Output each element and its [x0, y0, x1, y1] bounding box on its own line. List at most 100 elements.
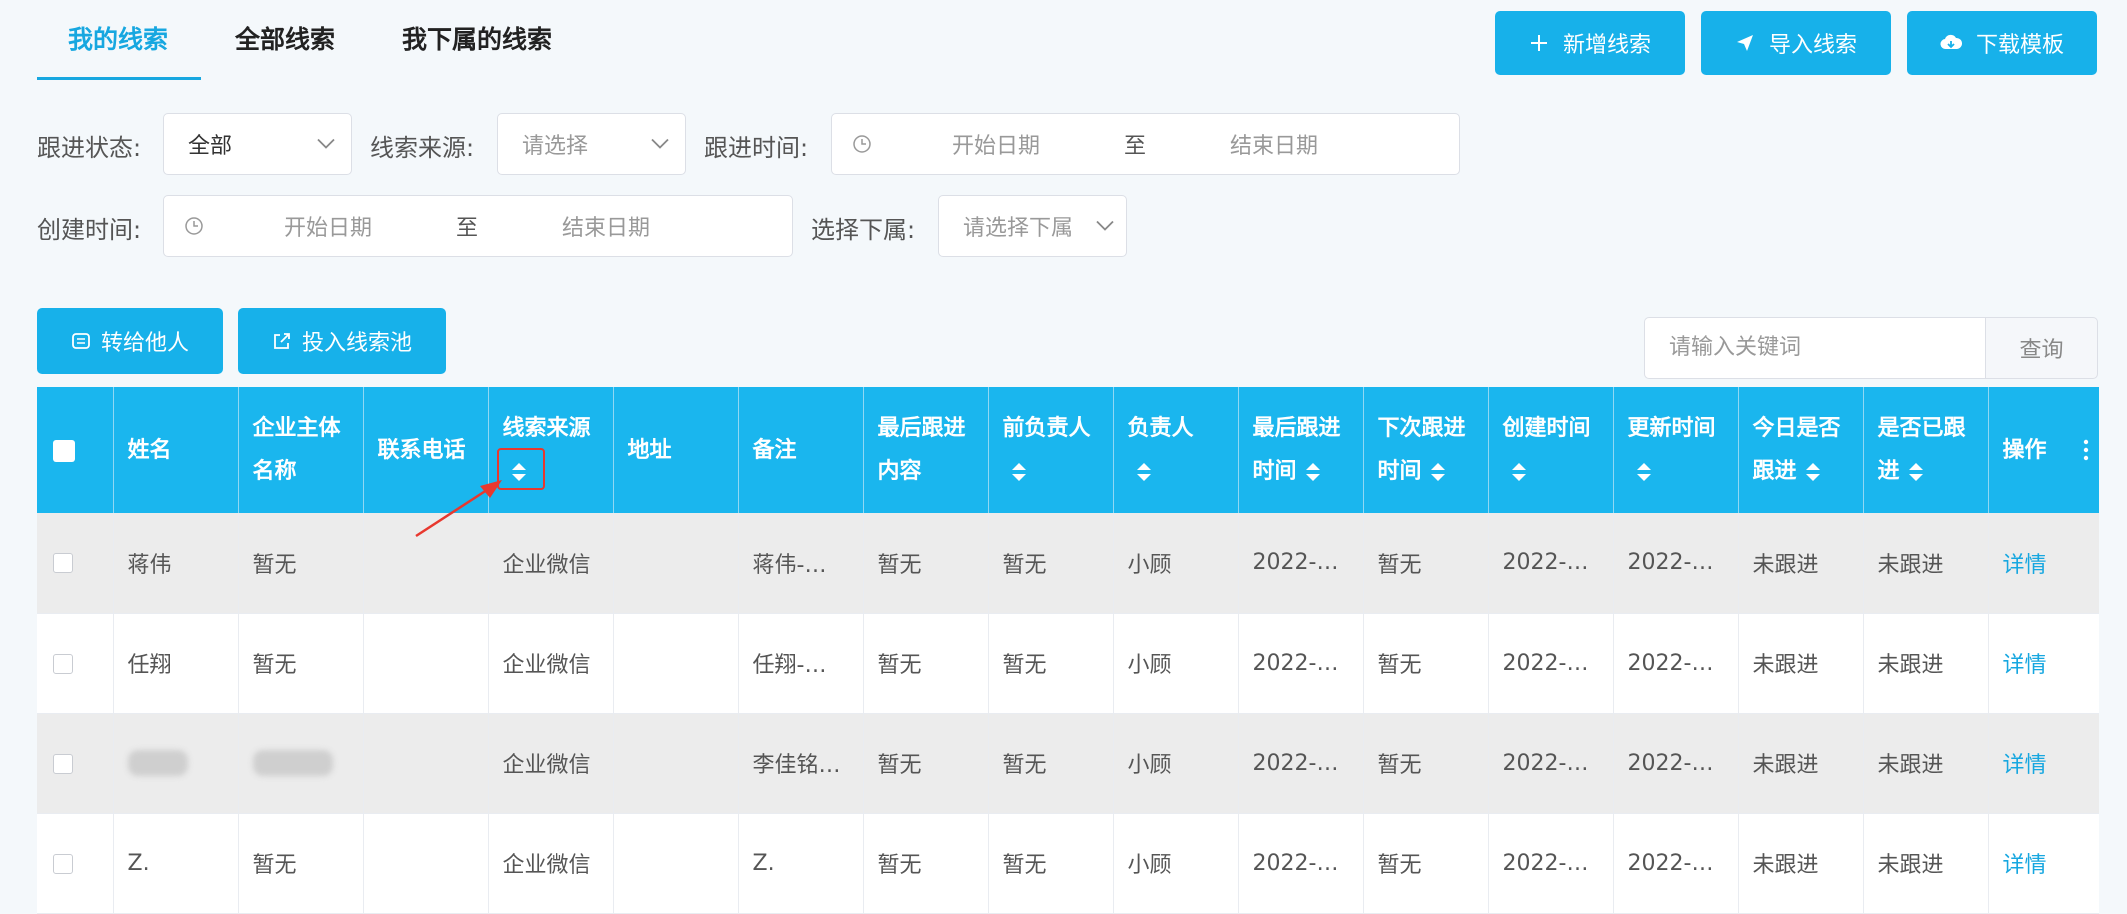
cell-address	[613, 513, 739, 614]
detail-link[interactable]: 详情	[2003, 653, 2047, 678]
kebab-menu-icon[interactable]	[2083, 439, 2089, 461]
column-header-text: 企业主体	[252, 416, 341, 441]
row-select-cell	[37, 613, 114, 714]
detail-link[interactable]: 详情	[2003, 853, 2047, 878]
column-header[interactable]: 负责人	[1113, 387, 1239, 513]
column-header[interactable]: 最后跟进 时间	[1238, 387, 1364, 513]
sort-icon[interactable]	[1908, 462, 1924, 482]
add-lead-label: 新增线索	[1562, 33, 1651, 58]
table-row[interactable]: 企业微信 李佳铭… 暂无 暂无 小顾 2022-0… 暂无 2022-0… 2022-0… 未跟进…	[37, 713, 2099, 814]
create-time-range-picker[interactable]: 开始日期 至 结束日期	[163, 195, 793, 257]
column-header-label: 备注	[753, 429, 849, 472]
column-header-text: 联系电话	[377, 437, 466, 463]
cell-next-time: 暂无	[1363, 813, 1489, 914]
transfer-button[interactable]: 转给他人	[37, 308, 223, 374]
tab-my-leads[interactable]: 我的线索	[68, 20, 168, 60]
cell-updated: 2022-0…	[1613, 713, 1739, 814]
column-header-text: 今日是否	[1752, 416, 1841, 441]
cell-source: 企业微信	[488, 713, 614, 814]
cell-prev-owner: 暂无	[988, 713, 1114, 814]
cell-created: 2022-0…	[1488, 713, 1614, 814]
cell-remark: Z.	[738, 813, 864, 914]
column-header-label: 操作	[2003, 429, 2086, 472]
follow-range-separator: 至	[1124, 134, 1147, 159]
create-start-date[interactable]: 开始日期	[284, 210, 372, 242]
cell-next-time: 暂无	[1363, 713, 1489, 814]
status-select[interactable]: 全部	[163, 113, 352, 175]
sort-icon[interactable]	[1430, 462, 1446, 482]
row-checkbox[interactable]	[53, 853, 73, 874]
follow-time-range-picker[interactable]: 开始日期 至 结束日期	[831, 113, 1460, 175]
column-header: 姓名	[113, 387, 239, 513]
column-header-text: 更新时间	[1627, 416, 1716, 441]
search-button[interactable]: 查询	[1985, 317, 2098, 379]
cell-op: 详情	[1988, 613, 2099, 714]
paper-plane-icon	[1736, 35, 1753, 51]
select-all-checkbox[interactable]	[53, 439, 75, 462]
chevron-down-icon	[651, 138, 669, 149]
table-body: 蒋伟 暂无 企业微信 蒋伟-… 暂无 暂无 小顾 2022-0… 暂无 2022-0… 2022-0…	[37, 513, 2099, 914]
table-row[interactable]: 任翔 暂无 企业微信 任翔-… 暂无 暂无 小顾 2022-0… 暂无 2022-0… 2022-0…	[37, 613, 2099, 714]
create-end-date[interactable]: 结束日期	[562, 210, 650, 242]
detail-link[interactable]: 详情	[2003, 553, 2047, 578]
annotation-arrow	[415, 480, 502, 538]
column-header-text: 时间	[1377, 459, 1422, 484]
status-filter-label: 跟进状态:	[37, 134, 142, 162]
column-header-label: 更新时间	[1628, 407, 1724, 493]
clock-icon	[853, 135, 871, 153]
column-header-text: 前负责人	[1002, 416, 1091, 441]
detail-link[interactable]: 详情	[2003, 753, 2047, 778]
column-header-label: 姓名	[128, 429, 224, 472]
tab-subordinate-leads[interactable]: 我下属的线索	[402, 20, 552, 60]
cell-last-time: 2022-0…	[1238, 513, 1364, 614]
column-header-label: 下次跟进 时间	[1378, 407, 1474, 493]
sort-icon[interactable]	[1011, 462, 1027, 482]
cell-updated: 2022-0…	[1613, 513, 1739, 614]
move-to-pool-button[interactable]: 投入线索池	[238, 308, 446, 374]
sort-icon[interactable]	[1136, 462, 1152, 482]
import-leads-label: 导入线索	[1768, 33, 1857, 58]
cell-today: 未跟进	[1738, 613, 1864, 714]
column-header-label: 联系电话	[378, 429, 474, 472]
row-checkbox[interactable]	[53, 753, 73, 774]
keyword-search-input[interactable]: 请输入关键词	[1644, 317, 1986, 379]
tab-all-leads[interactable]: 全部线索	[235, 20, 335, 60]
column-header[interactable]: 更新时间	[1613, 387, 1739, 513]
column-header[interactable]: 创建时间	[1488, 387, 1614, 513]
cell-next-time: 暂无	[1363, 613, 1489, 714]
cell-prev-owner: 暂无	[988, 813, 1114, 914]
cell-created: 2022-0…	[1488, 513, 1614, 614]
follow-end-date[interactable]: 结束日期	[1230, 128, 1318, 160]
source-select[interactable]: 请选择	[497, 113, 686, 175]
import-leads-button[interactable]: 导入线索	[1701, 11, 1891, 75]
table-row[interactable]: 蒋伟 暂无 企业微信 蒋伟-… 暂无 暂无 小顾 2022-0… 暂无 2022-0… 2022-0…	[37, 513, 2099, 614]
column-header-text: 负责人	[1127, 416, 1194, 441]
source-filter-label: 线索来源:	[370, 134, 475, 162]
subordinate-select[interactable]: 请选择下属	[938, 195, 1127, 257]
column-header-label: 最后跟进 内容	[878, 407, 974, 493]
column-header-text: 姓名	[127, 437, 172, 463]
cell-followed: 未跟进	[1863, 713, 1989, 814]
row-select-cell	[37, 813, 114, 914]
column-header-text: 跟进	[1752, 459, 1797, 484]
add-lead-button[interactable]: 新增线索	[1495, 11, 1685, 75]
row-checkbox[interactable]	[53, 653, 73, 674]
sort-icon[interactable]	[1511, 462, 1527, 482]
table-row[interactable]: Z. 暂无 企业微信 Z. 暂无 暂无 小顾 2022-0… 暂无 2022-0… 2022-0… 未…	[37, 813, 2099, 914]
create-time-filter-label: 创建时间:	[37, 216, 142, 244]
sort-icon[interactable]	[1636, 462, 1652, 482]
sort-icon[interactable]	[1305, 462, 1321, 482]
column-header[interactable]: 下次跟进 时间	[1363, 387, 1489, 513]
column-header[interactable]: 前负责人	[988, 387, 1114, 513]
row-checkbox[interactable]	[53, 553, 73, 574]
column-header[interactable]: 是否已跟进	[1863, 387, 1989, 513]
cell-name: Z.	[113, 813, 239, 914]
sort-icon[interactable]	[1805, 462, 1821, 482]
download-template-button[interactable]: 下载模板	[1907, 11, 2097, 75]
export-icon	[274, 333, 290, 349]
follow-start-date[interactable]: 开始日期	[952, 128, 1040, 160]
column-header[interactable]: 今日是否 跟进	[1738, 387, 1864, 513]
redacted-text	[127, 750, 188, 776]
cell-last-time: 2022-0…	[1238, 713, 1364, 814]
column-header-label: 创建时间	[1503, 407, 1599, 493]
